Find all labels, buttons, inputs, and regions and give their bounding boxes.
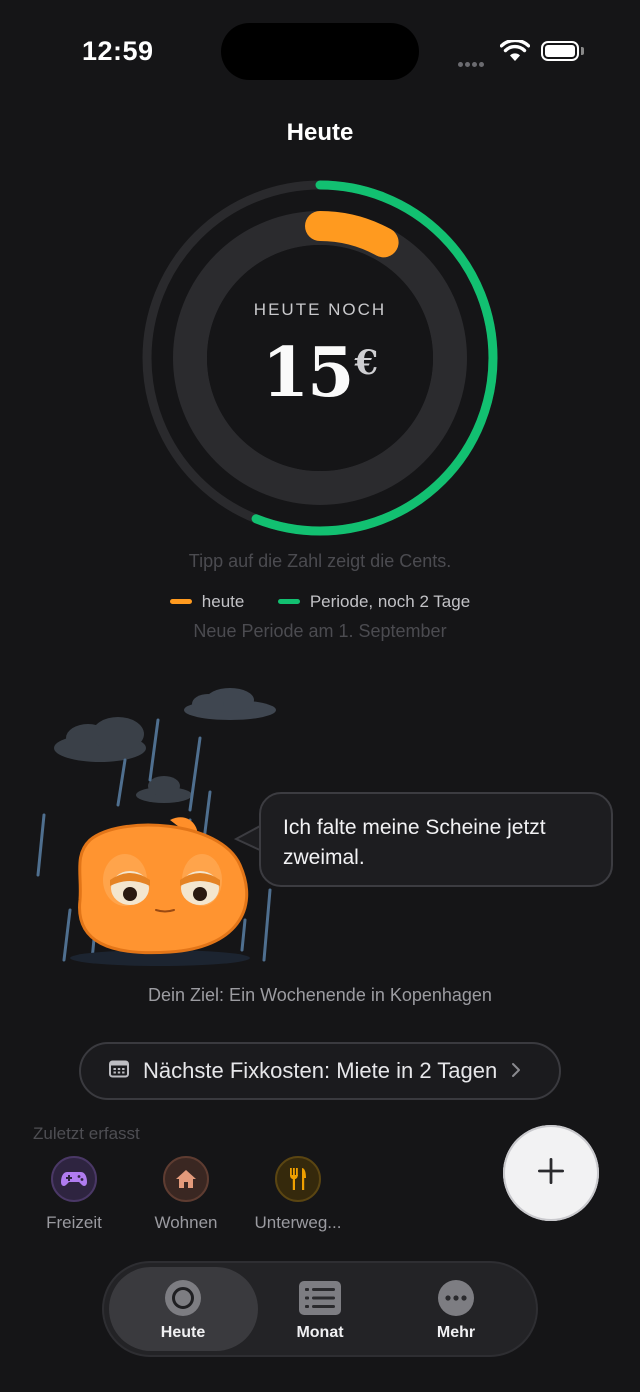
recent-title: Zuletzt erfasst (33, 1124, 140, 1143)
status-time: 12:59 (82, 36, 154, 66)
house-icon (163, 1156, 209, 1202)
fork-knife-icon (275, 1156, 321, 1202)
cloud-icon (54, 717, 146, 762)
cloud-icon (184, 688, 276, 720)
recent-item-wohnen[interactable]: Wohnen (140, 1156, 232, 1233)
next-period-info: Neue Periode am 1. September (193, 621, 447, 641)
remaining-amount[interactable]: 15€ (0, 333, 640, 413)
dynamic-island (221, 23, 419, 80)
cents-tip: Tipp auf die Zahl zeigt die Cents. (188, 551, 452, 571)
ring-caption: HEUTE NOCH (253, 300, 387, 319)
recent-item-label: Wohnen (154, 1213, 218, 1232)
legend-period-label: Periode, noch 2 Tage (309, 592, 471, 611)
add-expense-button[interactable] (503, 1125, 599, 1221)
mascot-speech-bubble: Ich falte meine Scheine jetzt zweimal. (259, 792, 613, 887)
next-fixed-costs-button[interactable]: Nächste Fixkosten: Miete in 2 Tagen (79, 1042, 561, 1100)
page-title: Heute (286, 119, 354, 146)
list-icon (250, 1278, 390, 1318)
next-fixed-costs-label: Nächste Fixkosten: Miete in 2 Tagen (143, 1058, 498, 1083)
tab-label: Heute (160, 1324, 206, 1341)
recent-item-label: Unterweg... (254, 1213, 342, 1232)
battery-icon (541, 41, 579, 61)
circle-icon (113, 1278, 253, 1318)
tab-mehr[interactable]: Mehr (386, 1278, 526, 1342)
wifi-icon (499, 38, 531, 67)
plus-icon (537, 1157, 565, 1190)
recent-item-freizeit[interactable]: Freizeit (28, 1156, 120, 1233)
tab-monat[interactable]: Monat (250, 1278, 390, 1342)
tab-label: Monat (296, 1324, 344, 1341)
gamepad-icon (51, 1156, 97, 1202)
recent-item-unterwegs[interactable]: Unterweg... (252, 1156, 344, 1233)
more-icon (386, 1278, 526, 1318)
recent-item-label: Freizeit (46, 1213, 102, 1232)
savings-goal[interactable]: Dein Ziel: Ein Wochenende in Kopenhagen (0, 985, 640, 1006)
currency-symbol: € (354, 343, 379, 383)
mascot-blob (78, 817, 249, 955)
chevron-right-icon (511, 1058, 521, 1084)
legend-today-label: heute (201, 592, 245, 611)
amount-value[interactable]: 15 (262, 333, 355, 413)
cellular-signal-icon (458, 54, 486, 72)
ring-legend: heute Periode, noch 2 Tage (0, 592, 640, 612)
calendar-icon (109, 1060, 129, 1083)
tab-heute[interactable]: Heute (113, 1278, 253, 1342)
tab-label: Mehr (436, 1324, 476, 1341)
legend-period-swatch (277, 599, 300, 605)
battery-tip (581, 47, 584, 55)
legend-today-swatch (169, 599, 192, 605)
cloud-icon (136, 776, 192, 803)
